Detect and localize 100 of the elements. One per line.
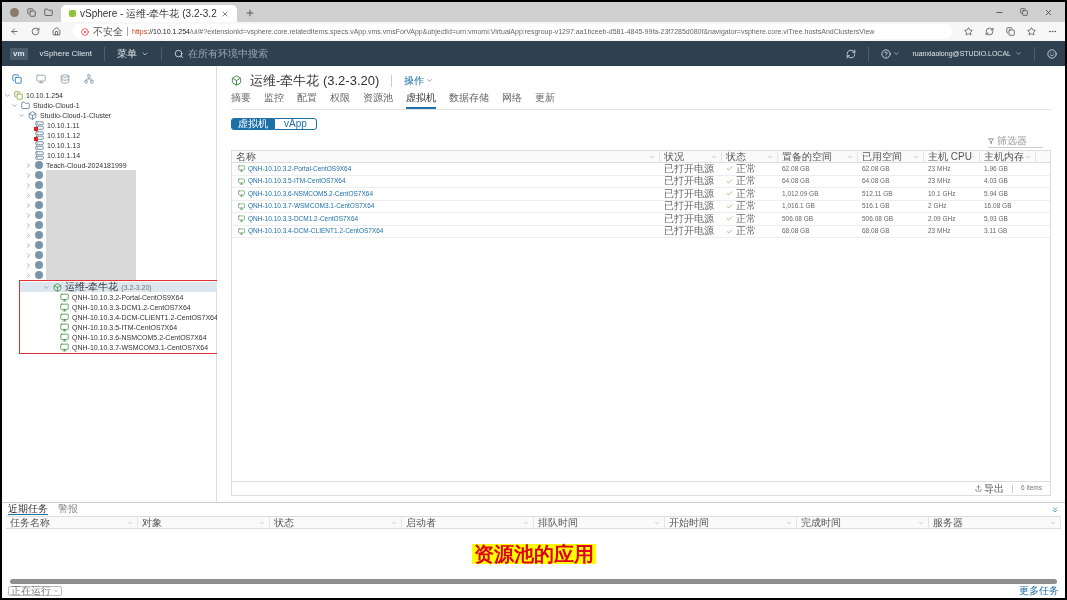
tab[interactable]: 配置 — [297, 91, 317, 109]
toggle-button[interactable]: vApp — [274, 118, 317, 130]
column-header[interactable]: 主机内存 — [984, 151, 1024, 162]
tab[interactable]: 近期任务 — [8, 504, 48, 515]
collapse-icon[interactable] — [25, 181, 32, 189]
close-icon[interactable] — [1044, 7, 1053, 17]
tab[interactable]: 摘要 — [231, 91, 251, 109]
sort-icon[interactable] — [258, 519, 265, 526]
vm-icon — [60, 342, 69, 352]
home-icon[interactable] — [52, 27, 61, 36]
sort-icon[interactable] — [654, 519, 661, 526]
toggle-button[interactable]: 虚拟机 — [231, 118, 274, 130]
vsphere-favicon-icon — [69, 10, 76, 17]
address-bar[interactable] — [73, 24, 952, 39]
tab[interactable]: 权限 — [330, 91, 350, 109]
column-header[interactable]: 对象 — [141, 517, 162, 528]
more-icon[interactable] — [1048, 27, 1057, 36]
feedback-icon[interactable] — [1047, 48, 1057, 59]
reload-icon[interactable] — [31, 27, 40, 36]
browser-tab[interactable]: vSphere - 运维-牵牛花 (3.2-3.2 — [61, 5, 237, 22]
sort-icon[interactable] — [390, 519, 397, 526]
refresh-icon[interactable] — [985, 27, 994, 36]
caption-text: 资源池的应用 — [471, 544, 596, 564]
collapse-icon[interactable] — [25, 201, 32, 209]
profile-icon[interactable] — [10, 7, 19, 17]
tab[interactable]: 网络 — [502, 91, 522, 109]
tab[interactable]: 数据存储 — [449, 91, 489, 109]
collapse-icon[interactable] — [25, 271, 32, 279]
tab[interactable]: 资源池 — [363, 91, 393, 109]
table-cell: 正常 — [736, 163, 756, 174]
view-tab-icon[interactable] — [36, 74, 46, 84]
collapse-icon[interactable] — [25, 231, 32, 239]
menu-button[interactable]: 菜单 — [117, 48, 150, 59]
table-cell: 正常 — [736, 213, 756, 224]
sort-icon[interactable] — [786, 519, 793, 526]
sort-icon[interactable] — [522, 519, 529, 526]
filter-icon — [988, 138, 994, 144]
collapse-icon[interactable] — [25, 171, 32, 179]
collapse-icon[interactable] — [25, 241, 32, 249]
export-button[interactable]: 导出 — [975, 483, 1005, 494]
search-field[interactable]: 在所有环境中搜索 — [174, 48, 269, 59]
vm-icon — [238, 227, 245, 235]
sort-icon[interactable] — [1025, 153, 1031, 160]
warning-icon — [81, 27, 89, 36]
collapse-icon[interactable] — [25, 161, 32, 169]
tab[interactable]: 虚拟机 — [406, 91, 436, 109]
vm-icon — [60, 322, 69, 332]
collapse-icon[interactable] — [25, 211, 32, 219]
favorites-icon[interactable] — [1027, 27, 1036, 36]
refresh-icon[interactable] — [846, 48, 857, 59]
back-icon[interactable] — [10, 27, 19, 36]
collapse-icon[interactable] — [25, 191, 32, 199]
collapse-icon[interactable] — [25, 261, 32, 269]
sort-icon[interactable] — [913, 153, 919, 160]
expand-icon[interactable] — [43, 283, 50, 291]
collapse-icon[interactable] — [25, 221, 32, 229]
expand-icon[interactable] — [11, 101, 18, 109]
sort-icon[interactable] — [1050, 519, 1056, 526]
actions-button[interactable]: 操作 — [404, 75, 434, 86]
sort-icon[interactable] — [649, 153, 655, 160]
column-header[interactable]: 排队时间 — [537, 517, 578, 528]
column-header[interactable]: 状态 — [273, 517, 294, 528]
tree-item[interactable]: 运维-牵牛花 — [65, 282, 119, 292]
column-header[interactable]: 置备的空间 — [782, 151, 832, 162]
collapse-icon[interactable] — [25, 251, 32, 259]
sort-icon[interactable] — [711, 153, 717, 160]
sort-icon[interactable] — [847, 153, 853, 160]
column-header[interactable]: 名称 — [236, 151, 256, 162]
vm-icon — [238, 177, 245, 185]
vm-icon — [238, 165, 245, 173]
column-header[interactable]: 完成时间 — [801, 517, 842, 528]
column-header[interactable]: 状况 — [664, 151, 684, 162]
more-tasks-link[interactable]: 更多任务 — [1019, 586, 1059, 596]
vm-icon — [60, 302, 69, 312]
column-header[interactable]: 主机 CPU — [928, 151, 972, 162]
status-select[interactable]: 正在运行 — [8, 586, 62, 596]
tab[interactable]: 警报 — [58, 504, 78, 515]
tab[interactable]: 监控 — [264, 91, 284, 109]
column-header[interactable]: 任务名称 — [10, 517, 50, 528]
favorite-icon[interactable] — [964, 27, 973, 36]
sort-icon[interactable] — [918, 519, 925, 526]
horizontal-scrollbar[interactable] — [10, 579, 1057, 584]
tab[interactable]: 更新 — [535, 91, 555, 109]
column-header[interactable]: 状态 — [726, 151, 746, 162]
view-tab-icon[interactable] — [12, 74, 22, 84]
view-tab-icon[interactable] — [84, 74, 94, 84]
column-header[interactable]: 开始时间 — [669, 517, 710, 528]
restore-icon[interactable] — [1020, 8, 1028, 16]
expand-icon[interactable] — [4, 91, 11, 99]
help-button[interactable] — [881, 48, 901, 59]
column-header[interactable]: 服务器 — [933, 517, 964, 528]
sort-icon[interactable] — [126, 519, 133, 526]
column-header[interactable]: 已用空间 — [862, 151, 902, 162]
column-header[interactable]: 启动者 — [405, 517, 436, 528]
close-tab-icon[interactable] — [220, 9, 229, 18]
sort-icon[interactable] — [767, 153, 773, 160]
expand-icon[interactable] — [18, 111, 25, 119]
new-tab-icon[interactable] — [244, 8, 255, 18]
collapse-panel-icon[interactable] — [1051, 505, 1059, 514]
view-tab-icon[interactable] — [60, 74, 70, 84]
